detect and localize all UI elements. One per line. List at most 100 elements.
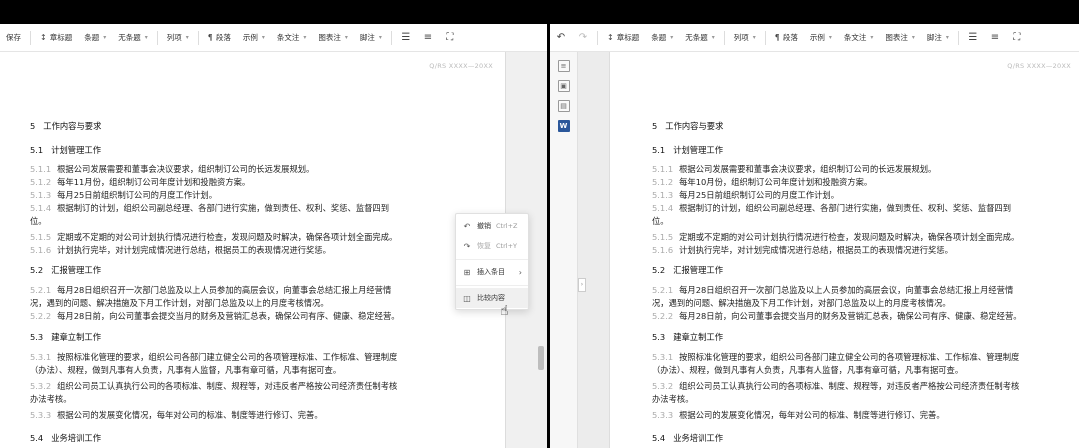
paragraph-button[interactable]: ¶ 段落: [769, 28, 804, 48]
clause-number: 5.2.2: [30, 311, 52, 321]
clause-line[interactable]: 5.3.1 按照标准化管理的要求，组织公司各部门建立健全公司的各项管理标准、工作标…: [652, 351, 1019, 364]
align-justify-icon[interactable]: ≡: [987, 30, 1003, 46]
chevron-down-icon: ▾: [670, 34, 674, 41]
clause-line[interactable]: 5.3.3 根据公司的发展变化情况，每年对公司的标准、制度等进行修订、完善。: [652, 409, 945, 422]
clause-line[interactable]: 5.3.1 按照标准化管理的要求，组织公司各部门建立健全公司的各项管理标准、工作标…: [30, 351, 397, 364]
table-icon[interactable]: ▤: [557, 100, 570, 112]
fullscreen-icon[interactable]: ⛶: [1009, 30, 1025, 46]
paragraph-label: 段落: [215, 33, 231, 42]
clause-title-button[interactable]: 条题 ▾: [645, 28, 679, 48]
align-left-icon[interactable]: ☰: [398, 30, 414, 46]
section-heading[interactable]: 5 工作内容与要求: [30, 120, 101, 133]
clause-continuation[interactable]: 位。: [652, 215, 669, 228]
clause-continuation[interactable]: 办法考核。: [652, 393, 694, 406]
clause-text: 位。: [652, 216, 669, 226]
subsection-heading[interactable]: 5.3 建章立制工作: [652, 331, 723, 344]
footnote-label: 脚注: [926, 33, 942, 42]
paragraph-button[interactable]: ¶ 段落: [202, 28, 237, 48]
chevron-right-icon: ›: [518, 267, 522, 277]
heading-text: 业务培训工作: [673, 433, 723, 443]
clause-line[interactable]: 5.3.2 组织公司员工认真执行公司的各项标准、制度、规程等，对违反者严格按公司经…: [30, 380, 397, 393]
toolbar-separator: [957, 30, 959, 45]
clause-line[interactable]: 5.3.2 组织公司员工认真执行公司的各项标准、制度、规程等，对违反者严格按公司经…: [652, 380, 1019, 393]
example-button[interactable]: 示例 ▾: [804, 28, 838, 48]
image-icon[interactable]: ▣: [557, 80, 570, 92]
context-menu-undo[interactable]: ↶ 撤销 Ctrl+Z: [456, 216, 528, 236]
clause-line[interactable]: 5.1.6 计划执行完毕，对计划完成情况进行总结，根据员工的表现情况进行奖惩。: [652, 244, 953, 257]
context-menu-compare[interactable]: ◫ 比较内容: [456, 288, 528, 308]
word-icon[interactable]: W: [557, 120, 570, 132]
menu-label: 撤销: [477, 222, 491, 230]
clause-line[interactable]: 5.1.2 每年11月份，组织制订公司年度计划和投融资方案。: [30, 176, 250, 189]
clause-continuation[interactable]: 位。: [30, 215, 47, 228]
clause-title-button[interactable]: 条题 ▾: [78, 28, 112, 48]
context-menu-insert[interactable]: ⊞ 插入条目 ›: [456, 262, 528, 282]
clause-line[interactable]: 5.1.4 根据制订的计划，组织公司副总经理、各部门进行实施，做到责任、权利、奖惩…: [652, 202, 1011, 215]
clause-text: 每月28日前，向公司董事会提交当月的财务及营销汇总表，确保公司有序、健康、稳定经…: [57, 311, 400, 321]
clause-note-button[interactable]: 条文注 ▾: [271, 28, 313, 48]
align-left-icon[interactable]: ☰: [965, 30, 981, 46]
subsection-heading[interactable]: 5.2 汇报管理工作: [652, 264, 723, 277]
clause-number: 5.2.2: [652, 311, 674, 321]
example-button[interactable]: 示例 ▾: [237, 28, 271, 48]
chevron-right-icon[interactable]: ›: [578, 278, 586, 292]
clause-line[interactable]: 5.2.1 每月28日组织召开一次部门总监及以上人员参加的高层会议，向董事会总结汇…: [30, 284, 391, 297]
toolbar-separator: [597, 30, 598, 45]
paragraph-icon: ¶: [207, 33, 213, 42]
clause-line[interactable]: 5.1.1 根据公司发展需要和董事会决议要求，组织制订公司的长远发展规划。: [652, 163, 936, 176]
clause-line[interactable]: 5.2.2 每月28日前，向公司董事会提交当月的财务及营销汇总表，确保公司有序、健…: [652, 310, 1022, 323]
clause-line[interactable]: 5.1.1 根据公司发展需要和董事会决议要求，组织制订公司的长远发展规划。: [30, 163, 314, 176]
align-justify-icon[interactable]: ≡: [420, 30, 436, 46]
clause-line[interactable]: 5.1.3 每月25日前组织制订公司的月度工作计划。: [652, 189, 839, 202]
clause-line[interactable]: 5.2.2 每月28日前，向公司董事会提交当月的财务及营销汇总表，确保公司有序、健…: [30, 310, 400, 323]
subsection-heading[interactable]: 5.1 计划管理工作: [30, 144, 101, 157]
clause-line[interactable]: 5.2.1 每月28日组织召开一次部门总监及以上人员参加的高层会议，向董事会总结汇…: [652, 284, 1013, 297]
clause-continuation[interactable]: （办法）、规程，做到凡事有人负责，凡事有人监督，凡事有章可循，凡事有据可查。: [30, 364, 341, 377]
clause-line[interactable]: 5.1.4 根据制订的计划，组织公司副总经理、各部门进行实施，做到责任、权利、奖惩…: [30, 202, 389, 215]
save-button[interactable]: 保存: [0, 28, 27, 48]
heading-number: 5.4: [30, 433, 44, 443]
redo-icon[interactable]: ↷: [575, 30, 591, 46]
clause-line[interactable]: 5.1.6 计划执行完毕，对计划完成情况进行总结，根据员工的表现情况进行奖惩。: [30, 244, 331, 257]
clause-line[interactable]: 5.1.2 每年10月份，组织制订公司年度计划和投融资方案。: [652, 176, 872, 189]
section-heading[interactable]: 5 工作内容与要求: [652, 120, 723, 133]
clause-line[interactable]: 5.1.5 定期或不定期的对公司计划执行情况进行检查，发现问题及时解决，确保各项计…: [652, 231, 1019, 244]
clause-continuation[interactable]: （办法）、规程，做到凡事有人负责，凡事有人监督，凡事有章可循，凡事有据可查。: [652, 364, 963, 377]
footnote-button[interactable]: 脚注 ▾: [921, 28, 955, 48]
subsection-heading[interactable]: 5.3 建章立制工作: [30, 331, 101, 344]
clause-continuation[interactable]: 办法考核。: [30, 393, 72, 406]
document-icon[interactable]: ≡: [557, 60, 570, 72]
clause-line[interactable]: 5.1.5 定期或不定期的对公司计划执行情况进行检查，发现问题及时解决，确保各项计…: [30, 231, 397, 244]
chapter-title-button[interactable]: ↕ 章标题: [34, 28, 78, 48]
scrollbar-thumb[interactable]: [538, 346, 544, 370]
chapter-title-button[interactable]: ↕ 章标题: [601, 28, 645, 48]
no-clause-title-label: 无条题: [118, 33, 141, 42]
clause-continuation[interactable]: 况，遇到的问题、解决措施及下月工作计划，对部门总监及以上的月度考核情况。: [30, 297, 329, 310]
clause-text: 每月28日前，向公司董事会提交当月的财务及营销汇总表，确保公司有序、健康、稳定经…: [679, 311, 1022, 321]
clause-number: 5.3.3: [30, 410, 52, 420]
figure-note-button[interactable]: 图表注 ▾: [312, 28, 354, 48]
clause-number: 5.3.3: [652, 410, 674, 420]
clause-line[interactable]: 5.1.3 每月25日前组织制订公司的月度工作计划。: [30, 189, 217, 202]
subsection-heading[interactable]: 5.4 业务培训工作: [30, 432, 101, 445]
fullscreen-icon[interactable]: ⛶: [442, 30, 458, 46]
subsection-heading[interactable]: 5.1 计划管理工作: [652, 144, 723, 157]
subsection-heading[interactable]: 5.2 汇报管理工作: [30, 264, 101, 277]
clause-note-button[interactable]: 条文注 ▾: [838, 28, 880, 48]
clause-continuation[interactable]: 况，遇到的问题、解决措施及下月工作计划，对部门总监及以上的月度考核情况。: [652, 297, 951, 310]
heading-text: 业务培训工作: [51, 433, 101, 443]
undo-icon[interactable]: ↶: [553, 30, 569, 46]
clause-line[interactable]: 5.3.3 根据公司的发展变化情况，每年对公司的标准、制度等进行修订、完善。: [30, 409, 323, 422]
toolbar-separator: [197, 30, 199, 45]
subsection-heading[interactable]: 5.4 业务培训工作: [652, 432, 723, 445]
example-label: 示例: [242, 33, 258, 42]
insert-icon: ⊞: [463, 267, 471, 277]
list-item-button[interactable]: 列项 ▾: [728, 28, 762, 48]
no-clause-title-button[interactable]: 无条题 ▾: [679, 28, 721, 48]
figure-note-button[interactable]: 图表注 ▾: [879, 28, 921, 48]
no-clause-title-button[interactable]: 无条题 ▾: [112, 28, 154, 48]
figure-note-label: 图表注: [885, 33, 908, 42]
list-item-button[interactable]: 列项 ▾: [161, 28, 195, 48]
footnote-button[interactable]: 脚注 ▾: [354, 28, 388, 48]
context-menu-redo[interactable]: ↷ 恢复 Ctrl+Y: [456, 236, 528, 256]
